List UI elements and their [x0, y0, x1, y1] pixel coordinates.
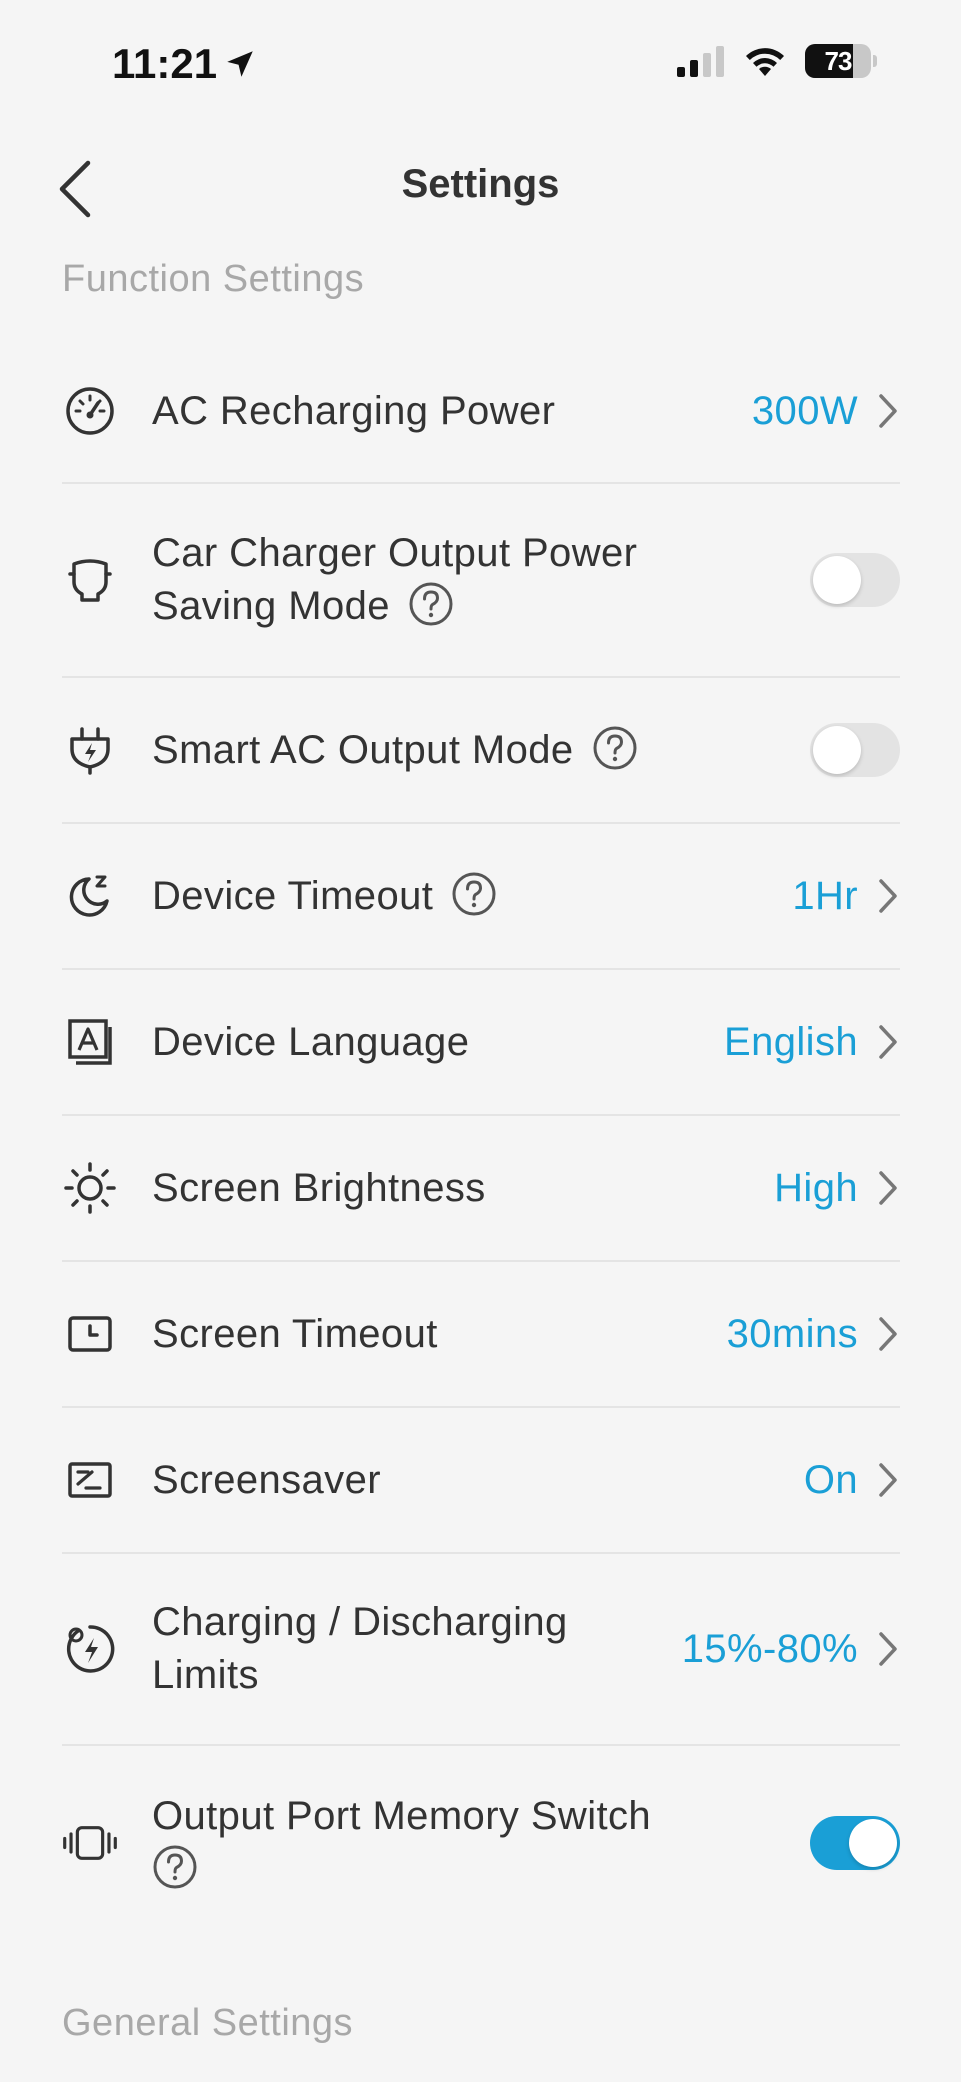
row-label: Device Timeout — [152, 870, 792, 923]
row-ac-recharging-power[interactable]: AC Recharging Power 300W — [62, 340, 900, 484]
smart-plug-icon — [62, 722, 118, 778]
row-label-line2: Saving Mode — [152, 584, 390, 628]
moon-sleep-icon — [62, 868, 118, 924]
toggle-knob — [849, 1819, 897, 1867]
header: Settings — [0, 140, 961, 235]
car-charger-icon — [62, 552, 118, 608]
status-time-text: 11:21 — [112, 40, 218, 87]
location-arrow-icon — [227, 51, 253, 77]
toggle-switch[interactable] — [810, 723, 900, 777]
row-output-port-memory-switch[interactable]: Output Port Memory Switch — [62, 1746, 900, 1940]
row-label: AC Recharging Power — [152, 388, 556, 433]
row-label: Device Language — [152, 1019, 470, 1064]
row-label-text: Device Timeout — [152, 873, 434, 918]
row-value: English — [724, 1019, 858, 1064]
chevron-right-icon — [876, 1629, 900, 1669]
help-icon[interactable] — [451, 871, 497, 917]
row-label: Output Port Memory Switch — [152, 1790, 810, 1896]
cellular-signal-icon — [677, 46, 724, 77]
chevron-right-icon — [876, 1460, 900, 1500]
battery-icon: 73 — [805, 44, 871, 78]
status-bar: 11:21 73 — [0, 0, 961, 130]
wifi-icon — [746, 48, 784, 76]
row-device-language[interactable]: Device Language English — [62, 970, 900, 1116]
section-title-general: General Settings — [62, 2002, 354, 2044]
toggle-knob — [813, 726, 861, 774]
help-icon[interactable] — [152, 1844, 198, 1890]
row-label-text: Smart AC Output Mode — [152, 727, 574, 772]
vibrate-port-icon — [62, 1815, 118, 1871]
page-title: Settings — [401, 162, 560, 206]
row-value: High — [774, 1165, 858, 1210]
row-screensaver[interactable]: Screensaver On — [62, 1408, 900, 1554]
status-time: 11:21 — [112, 40, 257, 88]
row-label-line1: Output Port Memory Switch — [152, 1794, 652, 1838]
row-value: On — [803, 1457, 858, 1502]
chevron-right-icon — [876, 1022, 900, 1062]
row-device-timeout[interactable]: Device Timeout 1Hr — [62, 824, 900, 970]
row-label: Screensaver — [152, 1457, 381, 1502]
toggle-switch[interactable] — [810, 1816, 900, 1870]
row-smart-ac-output-mode[interactable]: Smart AC Output Mode — [62, 678, 900, 824]
battery-tip — [873, 55, 877, 67]
row-value: 1Hr — [792, 873, 858, 918]
section-title-function: Function Settings — [62, 258, 365, 300]
row-label-line2: Limits — [152, 1653, 259, 1697]
battery-indicator: 73 — [805, 44, 877, 78]
chevron-right-icon — [876, 391, 900, 431]
sun-icon — [62, 1160, 118, 1216]
row-label: Screen Timeout — [152, 1311, 438, 1356]
row-label-line1: Car Charger Output Power — [152, 531, 638, 575]
battery-limit-icon — [62, 1621, 118, 1677]
row-car-charger-saving-mode[interactable]: Car Charger Output Power Saving Mode — [62, 484, 900, 678]
row-charging-discharging-limits[interactable]: Charging / Discharging Limits 15%-80% — [62, 1554, 900, 1746]
screen-clock-icon — [62, 1306, 118, 1362]
row-value: 300W — [751, 388, 858, 433]
row-label: Car Charger Output Power Saving Mode — [152, 527, 810, 633]
chevron-right-icon — [876, 1314, 900, 1354]
row-value: 15%-80% — [681, 1626, 858, 1671]
chevron-right-icon — [876, 876, 900, 916]
screensaver-icon — [62, 1452, 118, 1508]
row-screen-brightness[interactable]: Screen Brightness High — [62, 1116, 900, 1262]
row-value: 30mins — [726, 1311, 858, 1356]
row-label: Charging / Discharging Limits — [152, 1596, 682, 1702]
help-icon[interactable] — [592, 725, 638, 771]
chevron-right-icon — [876, 1168, 900, 1208]
language-icon — [62, 1014, 118, 1070]
row-label: Screen Brightness — [152, 1165, 486, 1210]
row-label-line1: Charging / Discharging — [152, 1600, 568, 1644]
speedometer-icon — [62, 383, 118, 439]
row-screen-timeout[interactable]: Screen Timeout 30mins — [62, 1262, 900, 1408]
battery-level: 73 — [824, 45, 853, 76]
toggle-switch[interactable] — [810, 553, 900, 607]
toggle-knob — [813, 556, 861, 604]
status-icons: 73 — [675, 44, 877, 78]
help-icon[interactable] — [408, 581, 454, 627]
row-label: Smart AC Output Mode — [152, 724, 810, 777]
